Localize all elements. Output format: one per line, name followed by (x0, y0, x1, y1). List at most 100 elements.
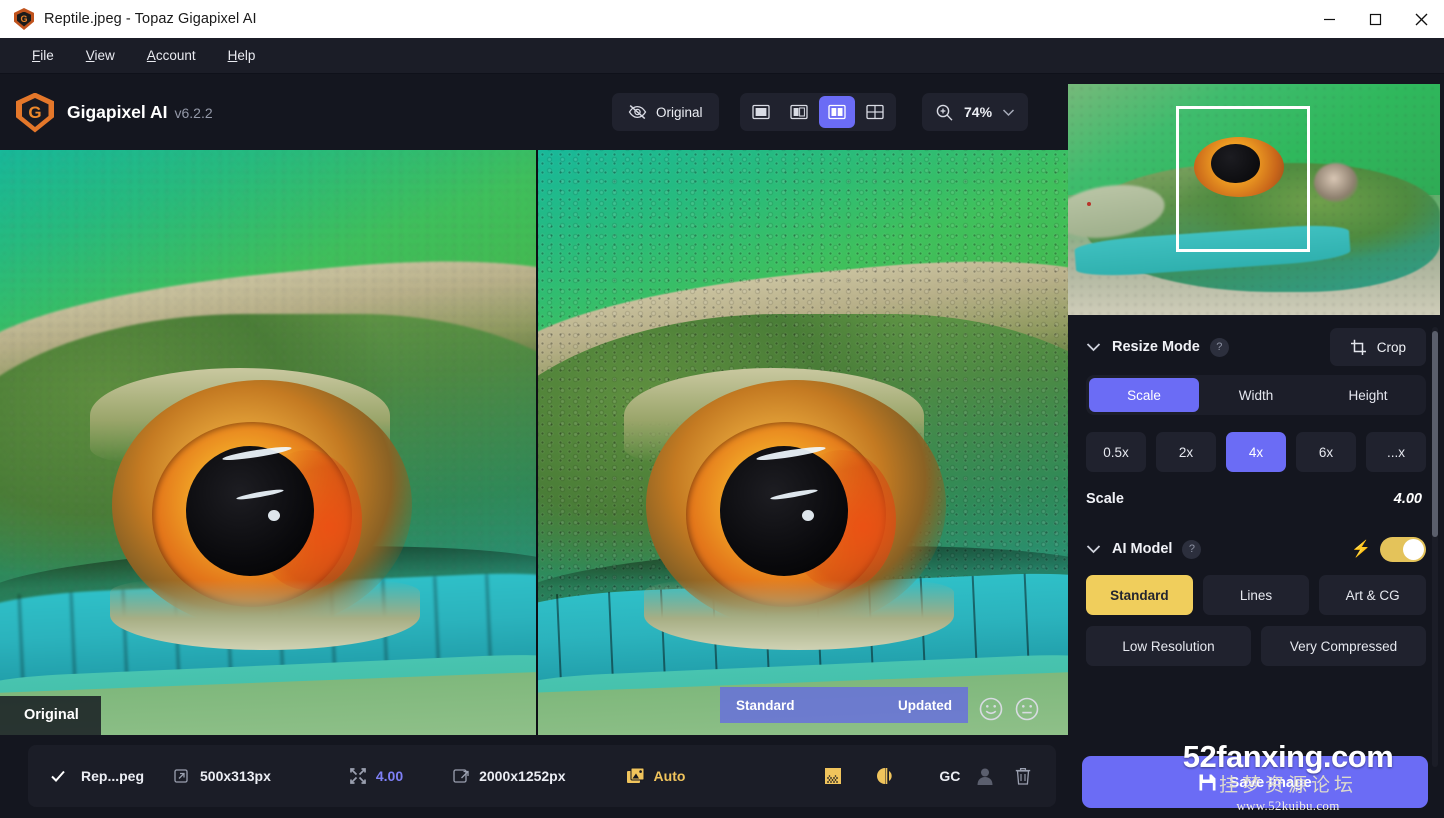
app-toolbar: G Gigapixel AI v6.2.2 (0, 75, 1068, 150)
save-image-label: Save Image (1229, 773, 1312, 791)
status-bar: Rep...peg 500x313px 4.00 2000x1252px Aut… (0, 735, 1068, 818)
image-out-icon (453, 769, 469, 783)
brand-name-text: Gigapixel AI (67, 102, 168, 122)
ai-model-title: AI Model (1112, 541, 1173, 557)
input-size-entry: 500x313px (174, 768, 271, 784)
original-toggle-button[interactable]: Original (612, 93, 719, 131)
processed-image-pane[interactable]: Standard Updated (538, 150, 1068, 735)
smiley-face-icon[interactable] (978, 696, 1004, 722)
menu-view-rest: iew (94, 48, 115, 63)
window-title: Reptile.jpeg - Topaz Gigapixel AI (44, 11, 257, 27)
grid-pane-icon[interactable] (857, 96, 893, 128)
options-scroll-area[interactable]: Resize Mode ? Crop Scale Width Height 0.… (1068, 323, 1444, 771)
pane-divider[interactable] (536, 150, 538, 735)
zoom-control[interactable]: 74% (922, 93, 1029, 131)
save-disk-icon (1199, 774, 1216, 790)
brand-letter: G (28, 102, 42, 122)
scale-entry: 4.00 (349, 767, 403, 785)
auto-label: Auto (653, 768, 686, 784)
view-mode-group (740, 93, 896, 131)
image-canvas[interactable]: Original Standard Updated (0, 150, 1068, 735)
navigator-preview[interactable] (1068, 84, 1440, 315)
resize-mode-title: Resize Mode (1112, 339, 1200, 355)
chevron-down-icon[interactable] (1086, 544, 1101, 554)
model-very-compressed[interactable]: Very Compressed (1261, 626, 1426, 666)
scale-preset-0-5x[interactable]: 0.5x (1086, 432, 1146, 472)
minimize-icon[interactable] (1306, 0, 1352, 38)
file-entry[interactable]: Rep...peg (50, 768, 144, 784)
menu-help[interactable]: Help (212, 44, 272, 67)
input-size-value: 500x313px (200, 768, 271, 784)
model-art-cg[interactable]: Art & CG (1319, 575, 1427, 615)
menu-account[interactable]: Account (131, 44, 212, 67)
delete-entry[interactable] (1014, 766, 1032, 786)
scale-preset-6x[interactable]: 6x (1296, 432, 1356, 472)
menu-file-mnemonic: F (32, 48, 41, 63)
grain-icon (825, 768, 842, 784)
gc-entry[interactable]: GC (939, 766, 996, 786)
scale-preset-row: 0.5x 2x 4x 6x ...x (1086, 432, 1426, 472)
ai-model-header: AI Model ? ⚡ (1068, 525, 1444, 573)
scale-value-label: Scale (1086, 491, 1124, 507)
menu-help-rest: elp (237, 48, 256, 63)
update-status-label: Updated (898, 697, 952, 713)
output-size-entry: 2000x1252px (453, 768, 566, 784)
lightning-bolt-icon: ⚡ (1351, 541, 1371, 558)
menu-file-rest: ile (40, 48, 54, 63)
resize-mode-height[interactable]: Height (1313, 378, 1423, 412)
resize-mode-width[interactable]: Width (1201, 378, 1311, 412)
save-image-button[interactable]: Save Image (1082, 756, 1428, 808)
model-lines[interactable]: Lines (1202, 575, 1310, 615)
original-toggle-label: Original (656, 104, 703, 120)
brand-version: v6.2.2 (174, 105, 213, 121)
menu-file[interactable]: File (16, 44, 70, 67)
topaz-shield-icon: G (14, 8, 34, 30)
chevron-down-icon (1003, 108, 1015, 116)
grain-entry[interactable] (823, 766, 843, 786)
eye-slash-icon (628, 105, 647, 120)
scale-value[interactable]: 4.00 (1394, 491, 1422, 507)
status-bar-inner: Rep...peg 500x313px 4.00 2000x1252px Aut… (28, 745, 1056, 807)
single-pane-icon[interactable] (743, 96, 779, 128)
resize-mode-scale[interactable]: Scale (1089, 378, 1199, 412)
maximize-icon[interactable] (1352, 0, 1398, 38)
original-image-pane[interactable]: Original (0, 150, 536, 735)
contrast-icon (877, 768, 893, 784)
viewport-selection-rect[interactable] (1176, 106, 1310, 252)
scale-preset-custom[interactable]: ...x (1366, 432, 1426, 472)
menu-view[interactable]: View (70, 44, 131, 67)
lizard-image-original (0, 150, 536, 735)
panel-scrollbar-thumb[interactable] (1432, 331, 1438, 537)
lizard-image-processed (538, 150, 1068, 735)
menu-view-mnemonic: V (85, 48, 95, 63)
crop-button[interactable]: Crop (1329, 328, 1426, 366)
chevron-down-icon[interactable] (1086, 342, 1101, 352)
menu-bar: File View Account Help (0, 38, 1444, 74)
neutral-face-icon[interactable] (1014, 696, 1040, 722)
ai-model-help-icon[interactable]: ? (1182, 539, 1202, 559)
menu-account-rest: ccount (155, 48, 196, 63)
resize-help-icon[interactable]: ? (1209, 337, 1229, 357)
side-by-side-icon[interactable] (819, 96, 855, 128)
brand: G Gigapixel AI v6.2.2 (16, 92, 213, 133)
auto-settings-entry[interactable]: Auto (626, 767, 686, 785)
scale-preset-2x[interactable]: 2x (1156, 432, 1216, 472)
scale-preset-4x[interactable]: 4x (1226, 432, 1286, 472)
ai-model-row-1: Standard Lines Art & CG (1086, 575, 1427, 615)
resize-mode-segmented: Scale Width Height (1086, 375, 1426, 415)
ai-model-toggle[interactable] (1380, 536, 1426, 562)
image-in-icon (174, 769, 188, 783)
original-image-label: Original (0, 696, 101, 735)
model-low-resolution[interactable]: Low Resolution (1086, 626, 1251, 666)
file-name: Rep...peg (81, 768, 145, 784)
model-standard[interactable]: Standard (1086, 575, 1193, 615)
comparison-label-bar: Standard Updated (720, 687, 968, 723)
output-size-value: 2000x1252px (479, 768, 566, 784)
split-pane-icon[interactable] (781, 96, 817, 128)
crop-label: Crop (1376, 339, 1406, 355)
brand-name: Gigapixel AI v6.2.2 (67, 102, 213, 123)
close-icon[interactable] (1398, 0, 1444, 38)
contrast-entry[interactable] (875, 766, 897, 786)
gigapixel-logo-icon: G (16, 92, 54, 133)
resize-mode-header: Resize Mode ? Crop (1068, 323, 1444, 371)
